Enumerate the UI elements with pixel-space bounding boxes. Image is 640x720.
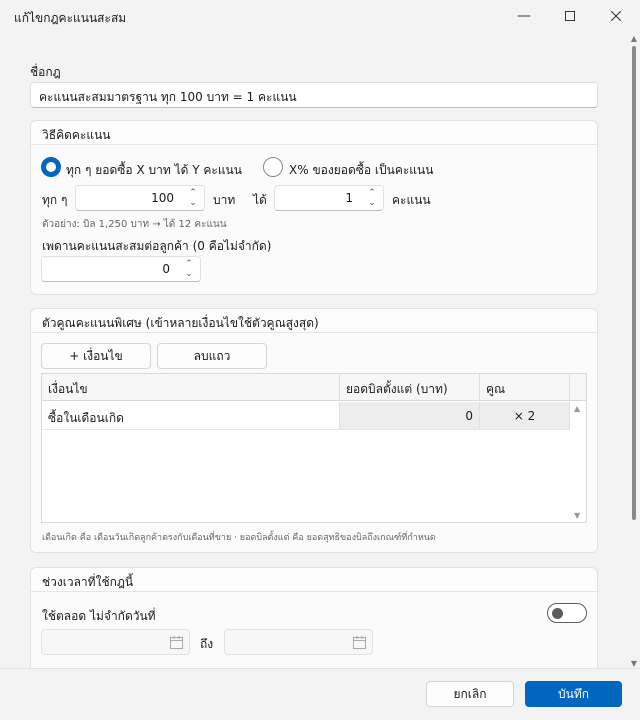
cell-condition: ซื้อในเดือนเกิด xyxy=(48,411,124,425)
table-scrollbar[interactable]: ▲ ▼ xyxy=(571,402,586,522)
amount-stepper[interactable]: 100 ⌃ ⌄ xyxy=(75,185,205,211)
calendar-icon[interactable] xyxy=(353,636,366,649)
column-header-min-bill[interactable]: ยอดบิลตั้งแต่ (บาท) xyxy=(340,374,480,401)
chevron-up-icon[interactable]: ⌃ xyxy=(186,188,200,198)
maximize-icon xyxy=(565,11,575,21)
minimize-icon: — xyxy=(517,8,531,24)
cell-factor: × 2 xyxy=(513,409,536,423)
scroll-down-icon[interactable]: ▼ xyxy=(630,659,638,668)
cancel-button[interactable]: ยกเลิก xyxy=(426,681,514,707)
multiplier-heading: ตัวคูณคะแนนพิเศษ (เข้าหลายเงื่อนไขใช้ตัว… xyxy=(42,316,319,330)
column-header-factor[interactable]: คูณ xyxy=(480,374,570,401)
calc-method-heading: วิธีคิดคะแนน xyxy=(42,128,111,142)
multiplier-header: ตัวคูณคะแนนพิเศษ (เข้าหลายเงื่อนไขใช้ตัว… xyxy=(31,309,597,333)
multiplier-table[interactable]: เงื่อนไข ยอดบิลตั้งแต่ (บาท) คูณ ซื้อในเ… xyxy=(41,373,587,523)
cap-label: เพดานคะแนนสะสมต่อลูกค้า (0 คือไม่จำกัด) xyxy=(42,239,272,253)
calendar-icon[interactable] xyxy=(170,636,183,649)
end-date-input[interactable] xyxy=(224,629,373,655)
window-title: แก้ไขกฎคะแนนสะสม xyxy=(14,11,127,25)
cap-value: 0 xyxy=(162,262,170,276)
scrollbar-thumb[interactable] xyxy=(632,46,636,520)
minimize-button[interactable]: — xyxy=(510,4,538,28)
points-spin-buttons[interactable]: ⌃ ⌄ xyxy=(365,188,379,208)
radio-fixed-rate-label[interactable]: ทุก ๆ ยอดซื้อ X บาท ได้ Y คะแนน xyxy=(66,161,242,180)
save-button[interactable]: บันทึก xyxy=(525,681,622,707)
close-icon xyxy=(611,11,621,21)
period-heading: ช่วงเวลาที่ใช้กฎนี้ xyxy=(42,575,134,589)
points-value: 1 xyxy=(345,191,353,205)
chevron-up-icon[interactable]: ⌃ xyxy=(365,188,379,198)
always-label: ใช้ตลอด ไม่จำกัดวันที่ xyxy=(42,609,156,623)
get-label: ได้ xyxy=(253,193,267,207)
cell-min-bill: 0 xyxy=(465,409,473,423)
radio-percent-rate[interactable] xyxy=(263,157,283,177)
period-header: ช่วงเวลาที่ใช้กฎนี้ xyxy=(31,568,597,592)
amount-spin-buttons[interactable]: ⌃ ⌄ xyxy=(186,188,200,208)
window-scrollbar[interactable]: ▲ ▼ xyxy=(628,34,640,668)
chevron-down-icon[interactable]: ⌄ xyxy=(182,269,196,279)
baht-label: บาท xyxy=(213,193,236,207)
to-label: ถึง xyxy=(200,637,214,651)
cap-spin-buttons[interactable]: ⌃ ⌄ xyxy=(182,259,196,279)
dialog-footer: ยกเลิก บันทึก xyxy=(0,668,640,720)
multiplier-note: เดือนเกิด คือ เดือนวันเกิดลูกค้าตรงกับเด… xyxy=(42,533,436,543)
maximize-button[interactable] xyxy=(556,4,584,28)
rule-name-value: คะแนนสะสมมาตรฐาน ทุก 100 บาท = 1 คะแนน xyxy=(39,90,297,104)
points-label: คะแนน xyxy=(392,193,431,207)
start-date-input[interactable] xyxy=(41,629,190,655)
chevron-down-icon[interactable]: ⌄ xyxy=(365,198,379,208)
cell-min-bill-wrapper[interactable]: 0 xyxy=(340,402,480,430)
radio-percent-rate-label[interactable]: X% ของยอดซื้อ เป็นคะแนน xyxy=(289,161,433,180)
scroll-down-icon[interactable]: ▼ xyxy=(574,511,580,520)
dialog-content: ชื่อกฎ คะแนนสะสมมาตรฐาน ทุก 100 บาท = 1 … xyxy=(0,34,628,668)
toggle-knob xyxy=(552,608,563,619)
title-bar: แก้ไขกฎคะแนนสะสม — xyxy=(0,0,640,34)
chevron-down-icon[interactable]: ⌄ xyxy=(186,198,200,208)
every-label: ทุก ๆ xyxy=(42,193,68,207)
scroll-up-icon[interactable]: ▲ xyxy=(630,34,638,43)
amount-value: 100 xyxy=(151,191,174,205)
rule-name-label: ชื่อกฎ xyxy=(30,65,61,79)
scroll-up-icon[interactable]: ▲ xyxy=(574,404,580,413)
rule-name-input[interactable]: คะแนนสะสมมาตรฐาน ทุก 100 บาท = 1 คะแนน xyxy=(30,82,598,108)
column-header-condition[interactable]: เงื่อนไข xyxy=(42,374,340,401)
cell-factor-wrapper[interactable]: × 2 xyxy=(480,402,570,430)
calc-example: ตัวอย่าง: บิล 1,250 บาท → ได้ 12 คะแนน xyxy=(42,219,227,230)
chevron-up-icon[interactable]: ⌃ xyxy=(182,259,196,269)
column-header-filler xyxy=(570,374,586,401)
radio-fixed-rate[interactable] xyxy=(41,157,61,177)
always-toggle[interactable] xyxy=(547,603,587,623)
cap-stepper[interactable]: 0 ⌃ ⌄ xyxy=(41,256,201,282)
calc-method-header: วิธีคิดคะแนน xyxy=(31,121,597,145)
delete-row-button[interactable]: ลบแถว xyxy=(157,343,267,369)
points-stepper[interactable]: 1 ⌃ ⌄ xyxy=(274,185,384,211)
close-button[interactable] xyxy=(602,4,630,28)
table-row[interactable]: ซื้อในเดือนเกิด xyxy=(42,402,340,430)
add-condition-button[interactable]: + เงื่อนไข xyxy=(41,343,151,369)
